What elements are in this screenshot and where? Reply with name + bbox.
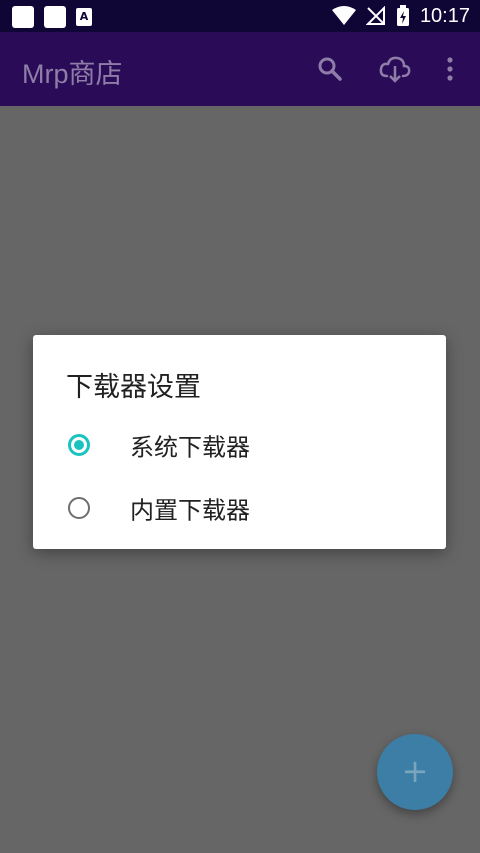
status-bar: A 10:17 — [0, 0, 480, 32]
battery-charging-icon — [396, 5, 409, 26]
option-system-downloader[interactable]: 系统下载器 — [33, 415, 446, 475]
no-signal-icon — [365, 6, 385, 25]
add-fab-button[interactable]: + — [377, 734, 453, 810]
clock: 10:17 — [419, 4, 470, 27]
font-notification-icon: A — [76, 8, 92, 26]
wifi-icon — [331, 6, 356, 25]
search-icon[interactable] — [317, 56, 343, 82]
option-label: 内置下载器 — [130, 496, 250, 525]
option-label: 系统下载器 — [130, 433, 250, 462]
dialog-title: 下载器设置 — [66, 372, 201, 403]
plus-icon: + — [401, 752, 429, 790]
option-builtin-downloader[interactable]: 内置下载器 — [33, 478, 446, 538]
radio-checked[interactable] — [68, 434, 90, 456]
square-notification-icon — [44, 6, 66, 28]
square-notification-icon — [12, 6, 34, 28]
system-icons: 10:17 — [331, 4, 470, 28]
notification-icons: A — [12, 6, 92, 28]
app-title: Mrp商店 — [22, 59, 123, 89]
downloader-settings-dialog: 下载器设置 系统下载器 内置下载器 — [33, 335, 446, 549]
app-bar: Mrp商店 — [0, 32, 480, 106]
radio-unchecked[interactable] — [68, 497, 90, 519]
cloud-download-icon[interactable] — [379, 54, 411, 84]
more-vert-icon[interactable] — [444, 56, 456, 82]
